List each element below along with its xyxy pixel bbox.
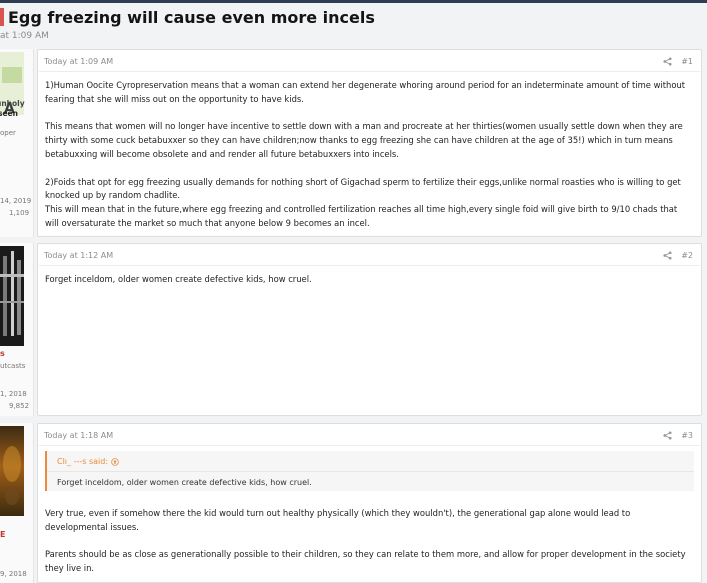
quote-block: Clı_ ‐‐‐s said: Forget inceldom, older w… xyxy=(45,451,694,491)
message: Today at 1:18 AM #3 Clı_ ‐‐‐s said: Forg… xyxy=(37,423,702,583)
joined-date: 9, 2018 xyxy=(0,570,27,578)
quote-text: Forget inceldom, older women create defe… xyxy=(57,478,312,487)
joined-date: 1, 2018 xyxy=(0,390,27,398)
user-cell: s utcasts 1, 2018 9,852 xyxy=(0,243,34,416)
post-2: s utcasts 1, 2018 9,852 Today at 1:12 AM… xyxy=(0,243,707,416)
paragraph: This means that women will no longer hav… xyxy=(45,121,683,159)
post-1: A unholy seen oper 14, 2019 1,109 Today … xyxy=(0,49,707,237)
thread-title-row: Egg freezing will cause even more incels xyxy=(0,6,375,28)
message-header: Today at 1:09 AM #1 xyxy=(44,57,693,66)
username[interactable]: s xyxy=(0,349,5,358)
post-time[interactable]: Today at 1:18 AM xyxy=(44,431,113,440)
user-title: seen xyxy=(0,109,18,118)
top-bar xyxy=(0,0,707,3)
quote-header[interactable]: Clı_ ‐‐‐s said: xyxy=(57,457,119,466)
message: Today at 1:12 AM #2 Forget inceldom, old… xyxy=(37,243,702,416)
user-cell: E 9, 2018 xyxy=(0,423,34,583)
paragraph: Forget inceldom, older women create defe… xyxy=(45,274,312,284)
username[interactable]: unholy xyxy=(0,99,25,108)
user-cell: A unholy seen oper 14, 2019 1,109 xyxy=(0,49,34,237)
post-number[interactable]: #2 xyxy=(681,251,693,260)
prefix-label xyxy=(0,8,4,26)
message-header: Today at 1:18 AM #3 xyxy=(44,431,693,440)
thread-title: Egg freezing will cause even more incels xyxy=(8,7,375,27)
paragraph: Very true, even if somehow there the kid… xyxy=(45,508,631,532)
share-icon[interactable] xyxy=(663,251,672,260)
message-header: Today at 1:12 AM #2 xyxy=(44,251,693,260)
share-icon[interactable] xyxy=(663,431,672,440)
post-count: 9,852 xyxy=(9,402,30,410)
post-number[interactable]: #1 xyxy=(681,57,693,66)
post-number[interactable]: #3 xyxy=(681,431,693,440)
post-time[interactable]: Today at 1:12 AM xyxy=(44,251,113,260)
thread-start-time: at 1:09 AM xyxy=(0,31,49,41)
user-title: utcasts xyxy=(0,362,26,370)
paragraph: Parents should be as close as generation… xyxy=(45,549,686,574)
post-3: E 9, 2018 Today at 1:18 AM #3 Clı_ ‐‐‐s … xyxy=(0,423,707,583)
post-time[interactable]: Today at 1:09 AM xyxy=(44,57,113,66)
avatar[interactable] xyxy=(0,426,24,516)
username[interactable]: E xyxy=(0,530,5,539)
share-icon[interactable] xyxy=(663,57,672,66)
user-rank: oper xyxy=(0,129,16,137)
post-count: 1,109 xyxy=(9,209,30,217)
paragraph: 1)Human Oocite Cyropreservation means th… xyxy=(45,80,686,104)
message-body: Very true, even if somehow there the kid… xyxy=(45,507,691,583)
arrow-up-circle-icon[interactable] xyxy=(111,457,119,466)
message: Today at 1:09 AM #1 1)Human Oocite Cyrop… xyxy=(37,49,702,237)
joined-date: 14, 2019 xyxy=(0,197,32,205)
paragraph: 2)Foids that opt for egg freezing usuall… xyxy=(45,176,681,228)
quote-author[interactable]: Clı_ ‐‐‐s said: xyxy=(57,457,108,466)
message-body: 1)Human Oocite Cyropreservation means th… xyxy=(45,79,691,245)
avatar[interactable] xyxy=(0,246,24,346)
message-body: Forget inceldom, older women create defe… xyxy=(45,273,691,301)
